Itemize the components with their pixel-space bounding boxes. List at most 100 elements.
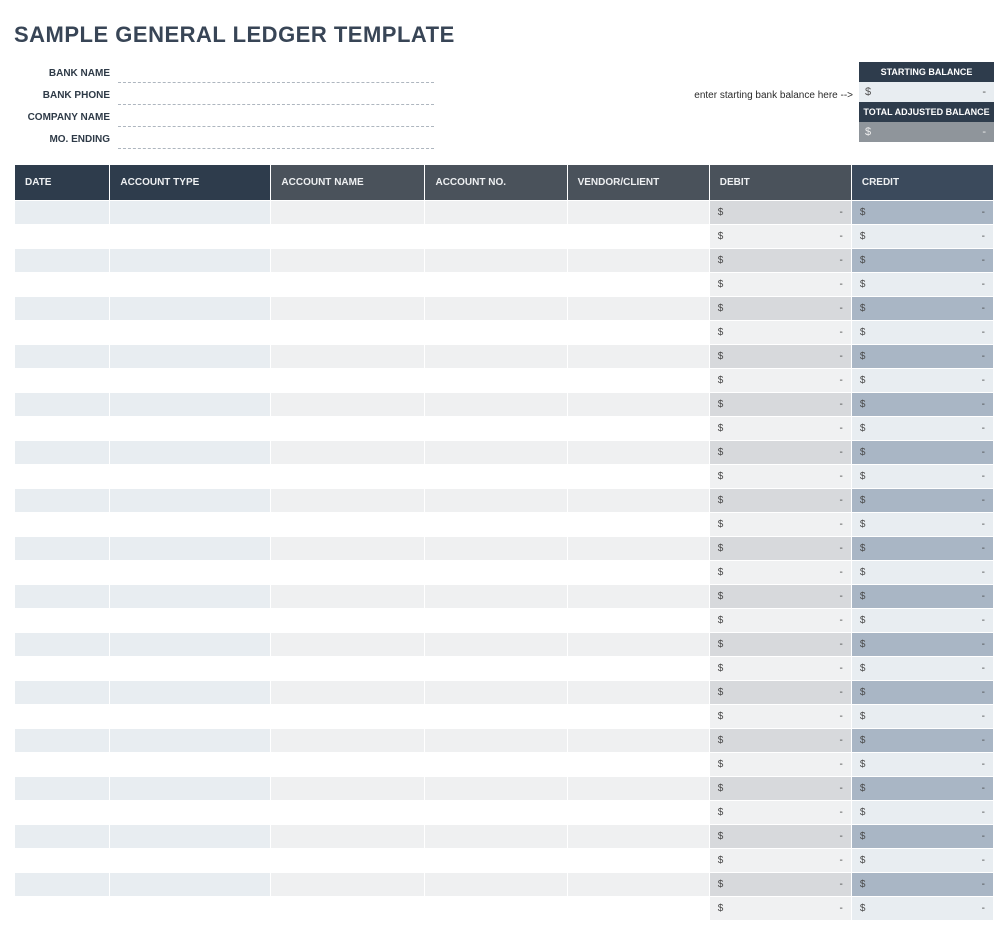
cell-date[interactable] bbox=[15, 801, 110, 825]
cell-debit[interactable]: $- bbox=[709, 681, 851, 705]
cell-vendor[interactable] bbox=[567, 225, 709, 249]
cell-debit[interactable]: $- bbox=[709, 609, 851, 633]
cell-date[interactable] bbox=[15, 705, 110, 729]
cell-account-type[interactable] bbox=[110, 681, 271, 705]
cell-vendor[interactable] bbox=[567, 441, 709, 465]
cell-credit[interactable]: $- bbox=[851, 825, 993, 849]
cell-date[interactable] bbox=[15, 777, 110, 801]
cell-credit[interactable]: $- bbox=[851, 873, 993, 897]
cell-date[interactable] bbox=[15, 513, 110, 537]
cell-credit[interactable]: $- bbox=[851, 537, 993, 561]
cell-date[interactable] bbox=[15, 393, 110, 417]
cell-account-type[interactable] bbox=[110, 729, 271, 753]
cell-credit[interactable]: $- bbox=[851, 609, 993, 633]
cell-account-no[interactable] bbox=[425, 513, 567, 537]
cell-account-type[interactable] bbox=[110, 249, 271, 273]
cell-account-name[interactable] bbox=[271, 513, 425, 537]
cell-vendor[interactable] bbox=[567, 681, 709, 705]
cell-debit[interactable]: $- bbox=[709, 513, 851, 537]
cell-vendor[interactable] bbox=[567, 393, 709, 417]
cell-date[interactable] bbox=[15, 201, 110, 225]
cell-credit[interactable]: $- bbox=[851, 321, 993, 345]
cell-vendor[interactable] bbox=[567, 729, 709, 753]
cell-account-name[interactable] bbox=[271, 345, 425, 369]
cell-account-type[interactable] bbox=[110, 201, 271, 225]
cell-account-no[interactable] bbox=[425, 537, 567, 561]
bank-phone-input[interactable] bbox=[118, 85, 434, 105]
cell-debit[interactable]: $- bbox=[709, 561, 851, 585]
cell-account-name[interactable] bbox=[271, 321, 425, 345]
cell-account-name[interactable] bbox=[271, 537, 425, 561]
company-name-input[interactable] bbox=[118, 107, 434, 127]
cell-vendor[interactable] bbox=[567, 513, 709, 537]
cell-account-no[interactable] bbox=[425, 201, 567, 225]
cell-date[interactable] bbox=[15, 849, 110, 873]
cell-account-type[interactable] bbox=[110, 657, 271, 681]
starting-balance-value[interactable]: $ - bbox=[859, 82, 994, 102]
cell-account-name[interactable] bbox=[271, 489, 425, 513]
cell-credit[interactable]: $- bbox=[851, 777, 993, 801]
cell-account-type[interactable] bbox=[110, 561, 271, 585]
cell-date[interactable] bbox=[15, 345, 110, 369]
cell-account-no[interactable] bbox=[425, 417, 567, 441]
cell-debit[interactable]: $- bbox=[709, 825, 851, 849]
cell-account-name[interactable] bbox=[271, 849, 425, 873]
cell-date[interactable] bbox=[15, 225, 110, 249]
cell-date[interactable] bbox=[15, 897, 110, 921]
cell-credit[interactable]: $- bbox=[851, 441, 993, 465]
cell-account-name[interactable] bbox=[271, 225, 425, 249]
cell-account-type[interactable] bbox=[110, 345, 271, 369]
cell-credit[interactable]: $- bbox=[851, 465, 993, 489]
cell-date[interactable] bbox=[15, 465, 110, 489]
cell-account-no[interactable] bbox=[425, 249, 567, 273]
cell-date[interactable] bbox=[15, 633, 110, 657]
cell-account-no[interactable] bbox=[425, 561, 567, 585]
cell-vendor[interactable] bbox=[567, 897, 709, 921]
cell-date[interactable] bbox=[15, 657, 110, 681]
cell-vendor[interactable] bbox=[567, 753, 709, 777]
cell-debit[interactable]: $- bbox=[709, 297, 851, 321]
cell-debit[interactable]: $- bbox=[709, 753, 851, 777]
cell-debit[interactable]: $- bbox=[709, 249, 851, 273]
cell-account-no[interactable] bbox=[425, 585, 567, 609]
cell-account-name[interactable] bbox=[271, 585, 425, 609]
cell-account-name[interactable] bbox=[271, 729, 425, 753]
cell-credit[interactable]: $- bbox=[851, 657, 993, 681]
cell-credit[interactable]: $- bbox=[851, 705, 993, 729]
cell-credit[interactable]: $- bbox=[851, 297, 993, 321]
cell-account-type[interactable] bbox=[110, 849, 271, 873]
cell-account-type[interactable] bbox=[110, 417, 271, 441]
cell-vendor[interactable] bbox=[567, 321, 709, 345]
cell-date[interactable] bbox=[15, 369, 110, 393]
cell-debit[interactable]: $- bbox=[709, 729, 851, 753]
cell-vendor[interactable] bbox=[567, 465, 709, 489]
cell-date[interactable] bbox=[15, 321, 110, 345]
cell-date[interactable] bbox=[15, 441, 110, 465]
cell-account-name[interactable] bbox=[271, 369, 425, 393]
cell-account-no[interactable] bbox=[425, 849, 567, 873]
cell-credit[interactable]: $- bbox=[851, 345, 993, 369]
cell-debit[interactable]: $- bbox=[709, 633, 851, 657]
cell-vendor[interactable] bbox=[567, 849, 709, 873]
cell-debit[interactable]: $- bbox=[709, 465, 851, 489]
cell-vendor[interactable] bbox=[567, 345, 709, 369]
cell-account-type[interactable] bbox=[110, 825, 271, 849]
cell-account-no[interactable] bbox=[425, 801, 567, 825]
cell-credit[interactable]: $- bbox=[851, 201, 993, 225]
cell-date[interactable] bbox=[15, 729, 110, 753]
cell-vendor[interactable] bbox=[567, 417, 709, 441]
cell-account-name[interactable] bbox=[271, 417, 425, 441]
cell-account-no[interactable] bbox=[425, 321, 567, 345]
cell-debit[interactable]: $- bbox=[709, 225, 851, 249]
cell-vendor[interactable] bbox=[567, 801, 709, 825]
cell-credit[interactable]: $- bbox=[851, 513, 993, 537]
cell-debit[interactable]: $- bbox=[709, 273, 851, 297]
cell-account-no[interactable] bbox=[425, 705, 567, 729]
cell-account-type[interactable] bbox=[110, 537, 271, 561]
cell-vendor[interactable] bbox=[567, 489, 709, 513]
cell-vendor[interactable] bbox=[567, 369, 709, 393]
cell-vendor[interactable] bbox=[567, 561, 709, 585]
cell-account-name[interactable] bbox=[271, 297, 425, 321]
cell-account-no[interactable] bbox=[425, 777, 567, 801]
cell-vendor[interactable] bbox=[567, 705, 709, 729]
